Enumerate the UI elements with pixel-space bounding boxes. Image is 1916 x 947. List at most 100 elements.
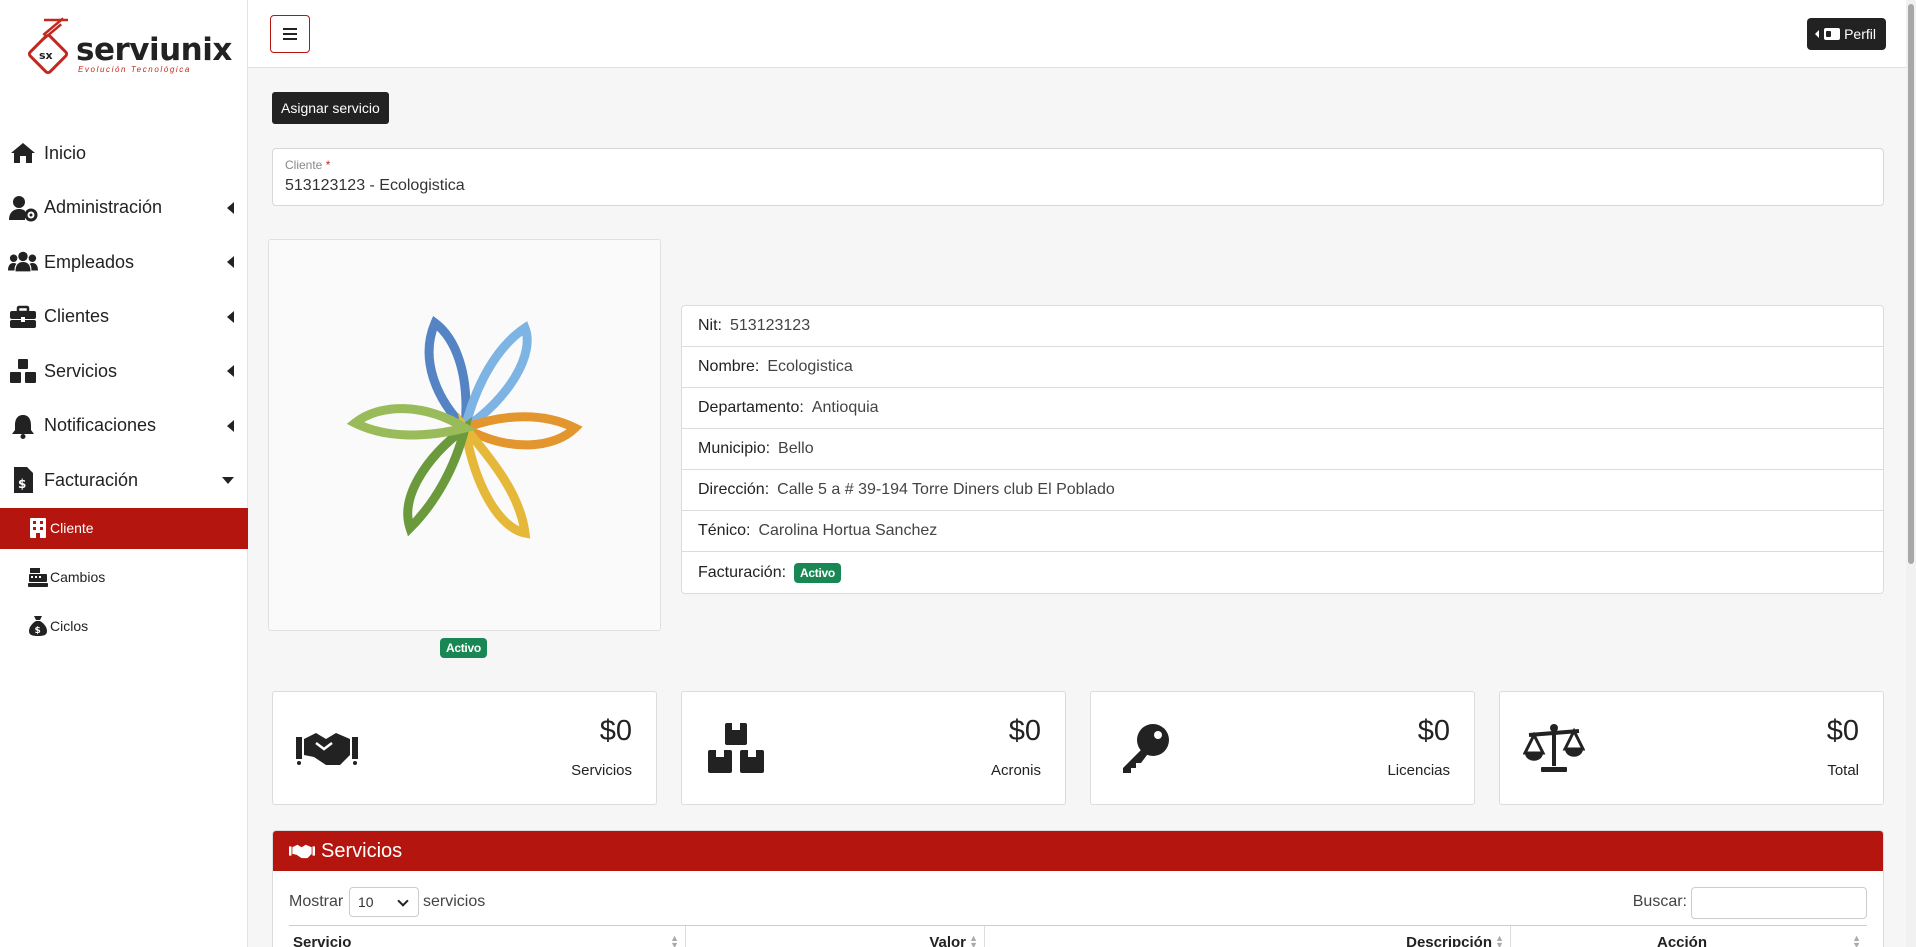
info-key: Departamento: xyxy=(698,399,804,416)
info-key: Ténico: xyxy=(698,522,751,539)
invoice-icon: $ xyxy=(8,465,38,495)
client-field-label: Cliente * xyxy=(285,158,331,172)
stat-card-total: $0 Total xyxy=(1499,691,1884,805)
svg-text:$: $ xyxy=(18,477,26,491)
stat-card-acronis: $0 Acronis xyxy=(681,691,1066,805)
sort-icon: ▲ ▼ xyxy=(1495,933,1504,947)
info-row-nit: Nit: 513123123 xyxy=(682,306,1883,347)
column-header-descripcion[interactable]: Descripción ▲ ▼ xyxy=(985,926,1511,947)
sort-icon: ▲ ▼ xyxy=(670,933,679,947)
info-value: Carolina Hortua Sanchez xyxy=(758,522,938,539)
page-scrollbar[interactable] xyxy=(1906,0,1916,947)
page-size-value: 10 xyxy=(358,894,374,910)
sort-icon: ▲ ▼ xyxy=(969,933,978,947)
bell-icon xyxy=(8,411,38,441)
users-icon xyxy=(8,247,38,277)
column-header-valor[interactable]: Valor ▲ ▼ xyxy=(686,926,985,947)
client-logo-card xyxy=(268,239,661,631)
sidebar-toggle-button[interactable] xyxy=(270,15,310,53)
stat-amount: $0 xyxy=(1826,715,1859,747)
user-gear-icon xyxy=(8,193,38,223)
stat-label: Servicios xyxy=(571,762,632,779)
logo-tagline: Evolución Tecnológica xyxy=(78,65,191,74)
info-key: Facturación: xyxy=(698,563,787,581)
sidebar-item-servicios[interactable]: Servicios xyxy=(0,344,248,399)
sidebar-item-label: Facturación xyxy=(44,469,139,490)
money-bag-icon: $ xyxy=(28,615,48,637)
sidebar-item-facturacion[interactable]: $ Facturación xyxy=(0,453,248,508)
sidebar-subitem-label: Ciclos xyxy=(50,618,89,634)
client-input[interactable] xyxy=(285,177,1845,195)
table-controls: Mostrar 10 servicios Buscar: xyxy=(273,871,1883,925)
boxes-icon xyxy=(8,356,38,386)
handshake-icon xyxy=(295,720,359,776)
search-input[interactable] xyxy=(1691,887,1867,919)
column-header-servicio[interactable]: Servicio ▲ ▼ xyxy=(289,926,686,947)
sidebar-item-label: Administración xyxy=(44,197,163,218)
stat-card-licencias: $0 Licencias xyxy=(1090,691,1475,805)
stat-label: Licencias xyxy=(1387,762,1450,779)
stat-amount: $0 xyxy=(599,715,632,747)
services-panel: Servicios Mostrar 10 servicios Buscar: S… xyxy=(272,830,1884,947)
info-value: Ecologistica xyxy=(767,358,853,375)
chevron-left-icon xyxy=(227,201,234,214)
search-label: Buscar: xyxy=(1632,893,1687,910)
sidebar-subitem-cliente[interactable]: Cliente xyxy=(0,507,248,549)
sidebar-subitem-ciclos[interactable]: $ Ciclos xyxy=(0,606,248,647)
id-card-icon xyxy=(1824,28,1841,40)
caret-left-icon xyxy=(1815,30,1820,38)
show-entries-suffix: servicios xyxy=(423,893,486,910)
building-icon xyxy=(28,517,48,539)
info-row-tecnico: Ténico: Carolina Hortua Sanchez xyxy=(682,511,1883,552)
assign-service-button[interactable]: Asignar servicio xyxy=(272,92,389,124)
key-icon xyxy=(1113,720,1177,776)
profile-label: Perfil xyxy=(1844,26,1876,42)
column-header-accion[interactable]: Acción ▲ ▼ xyxy=(1511,926,1867,947)
stat-amount: $0 xyxy=(1417,715,1450,747)
brand-logo[interactable]: sx serviunix Evolución Tecnológica xyxy=(24,12,234,80)
briefcase-icon xyxy=(8,302,38,332)
chevron-left-icon xyxy=(227,365,234,378)
home-icon xyxy=(8,138,38,168)
info-key: Municipio: xyxy=(698,440,771,457)
info-value: Calle 5 a # 39-194 Torre Diners club El … xyxy=(777,481,1115,498)
info-row-municipio: Municipio: Bello xyxy=(682,429,1883,470)
info-row-direccion: Dirección: Calle 5 a # 39-194 Torre Diner… xyxy=(682,470,1883,511)
sidebar-item-label: Clientes xyxy=(44,306,110,327)
scrollbar-thumb[interactable] xyxy=(1908,4,1914,564)
services-table-header: Servicio ▲ ▼ Valor ▲ ▼ Descripción ▲ ▼ Acción ▲… xyxy=(289,925,1867,947)
handshake-icon xyxy=(289,842,315,860)
svg-text:$: $ xyxy=(35,626,41,636)
page-size-select[interactable]: 10 xyxy=(349,887,419,917)
cash-register-icon xyxy=(28,566,48,588)
chevron-down-icon xyxy=(222,477,234,485)
sidebar-item-label: Empleados xyxy=(44,251,135,272)
sidebar-item-administracion[interactable]: Administración xyxy=(0,181,248,236)
services-panel-header: Servicios xyxy=(273,831,1883,871)
sidebar-item-label: Notificaciones xyxy=(44,415,157,436)
show-entries-label: Mostrar xyxy=(289,893,344,910)
sidebar-item-inicio[interactable]: Inicio xyxy=(0,126,248,181)
info-row-departamento: Departamento: Antioquia xyxy=(682,388,1883,429)
stat-card-servicios: $0 Servicios xyxy=(272,691,657,805)
status-badge: Activo xyxy=(440,638,487,658)
sidebar: sx serviunix Evolución Tecnológica Inici… xyxy=(0,0,248,947)
hamburger-icon xyxy=(283,28,297,40)
info-row-nombre: Nombre: Ecologistica xyxy=(682,347,1883,388)
sort-icon: ▲ ▼ xyxy=(1852,933,1861,947)
info-value: Antioquia xyxy=(811,399,879,416)
chevron-left-icon xyxy=(227,256,234,269)
sidebar-item-empleados[interactable]: Empleados xyxy=(0,235,248,290)
sidebar-subitem-label: Cambios xyxy=(50,569,106,585)
sidebar-item-notificaciones[interactable]: Notificaciones xyxy=(0,399,248,454)
client-field[interactable]: Cliente * xyxy=(272,148,1884,206)
sidebar-subitem-cambios[interactable]: Cambios xyxy=(0,557,248,598)
chevron-down-icon xyxy=(397,895,409,907)
logo-mark-text: sx xyxy=(39,49,53,62)
sidebar-item-clientes[interactable]: Clientes xyxy=(0,290,248,345)
stat-label: Acronis xyxy=(990,762,1041,779)
sidebar-item-label: Inicio xyxy=(44,142,87,163)
services-panel-title: Servicios xyxy=(321,839,403,862)
stat-label: Total xyxy=(1827,762,1859,779)
profile-button[interactable]: Perfil xyxy=(1807,18,1886,50)
